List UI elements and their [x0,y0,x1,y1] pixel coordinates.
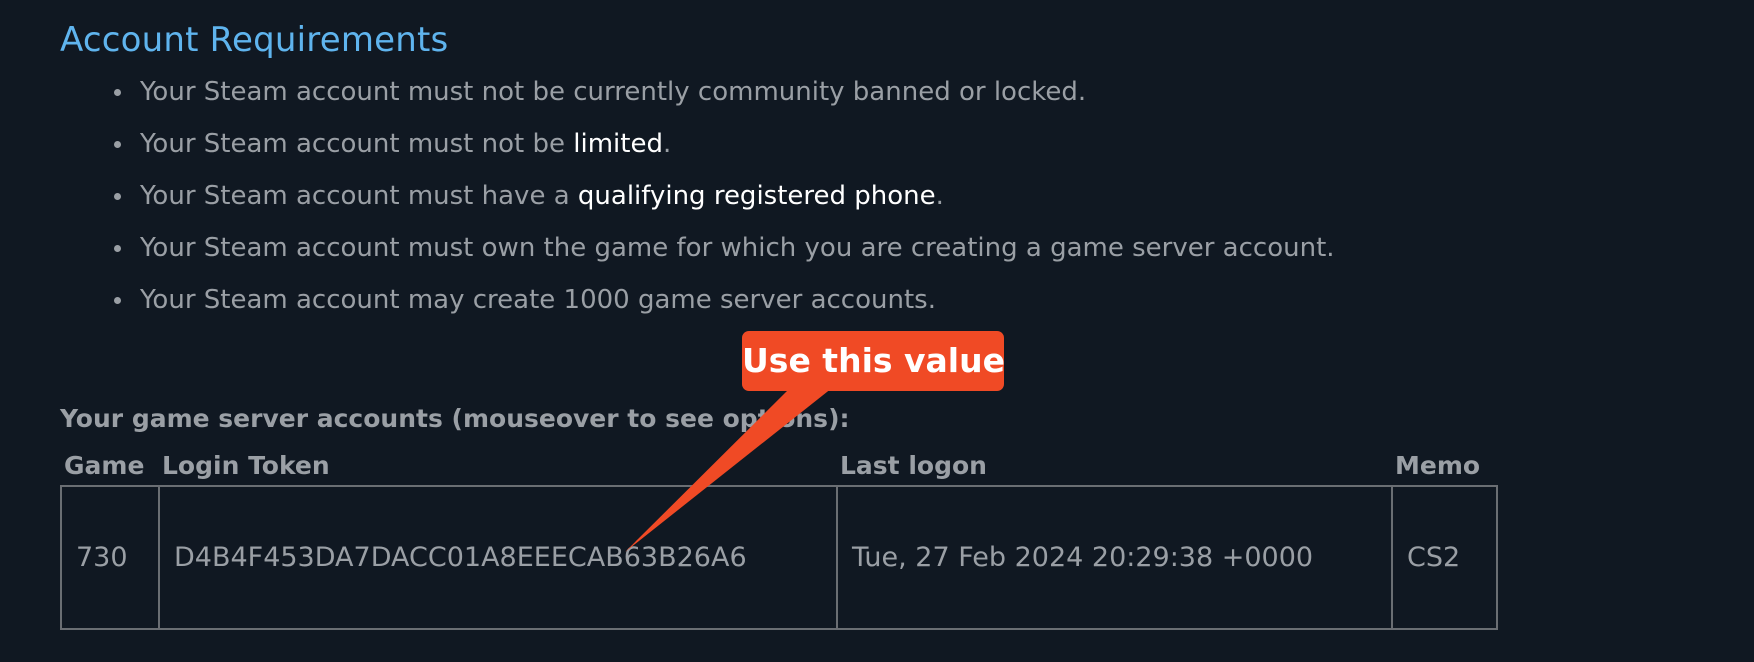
column-header-login-token: Login Token [162,450,330,480]
column-header-last-logon: Last logon [840,450,987,480]
cell-login-token[interactable]: D4B4F453DA7DACC01A8EEECAB63B26A6 [158,485,838,630]
bullet-icon [114,193,121,200]
bullet-icon [114,89,121,96]
requirement-text: Your Steam account must not be [140,129,574,159]
requirement-item-phone: Your Steam account must have a qualifyin… [110,176,1335,228]
limited-link[interactable]: limited [573,129,663,159]
requirement-text-suffix: . [935,181,944,211]
qualifying-phone-link[interactable]: qualifying registered phone [578,181,936,211]
requirement-text: Your Steam account must not be currently… [140,77,1087,107]
cell-memo: CS2 [1391,485,1498,630]
column-header-memo: Memo [1395,450,1481,480]
accounts-table: Game Login Token Last logon Memo 730 D4B… [60,445,1498,630]
bullet-icon [114,245,121,252]
section-title: Account Requirements [60,20,449,60]
requirement-text-suffix: . [662,129,672,159]
column-header-game: Game [64,450,145,480]
requirement-text: Your Steam account may create 1000 game … [140,285,936,315]
table-header-row: Game Login Token Last logon Memo [61,445,1497,486]
requirement-text: Your Steam account must own the game for… [140,233,1335,263]
requirement-item-account-limit: Your Steam account may create 1000 game … [110,280,1335,332]
cell-game: 730 [60,485,160,630]
requirement-item-limited: Your Steam account must not be limited. [110,124,1335,176]
callout-annotation: Use this value [742,331,1005,391]
requirement-item-banned: Your Steam account must not be currently… [110,72,1335,124]
requirement-text: Your Steam account must have a [140,181,578,211]
requirement-item-own-game: Your Steam account must own the game for… [110,228,1335,280]
table-row[interactable]: 730 D4B4F453DA7DACC01A8EEECAB63B26A6 Tue… [60,485,1498,630]
cell-last-logon: Tue, 27 Feb 2024 20:29:38 +0000 [836,485,1393,630]
bullet-icon [114,297,121,304]
requirements-list: Your Steam account must not be currently… [110,72,1335,332]
bullet-icon [114,141,121,148]
accounts-heading: Your game server accounts (mouseover to … [60,404,850,433]
